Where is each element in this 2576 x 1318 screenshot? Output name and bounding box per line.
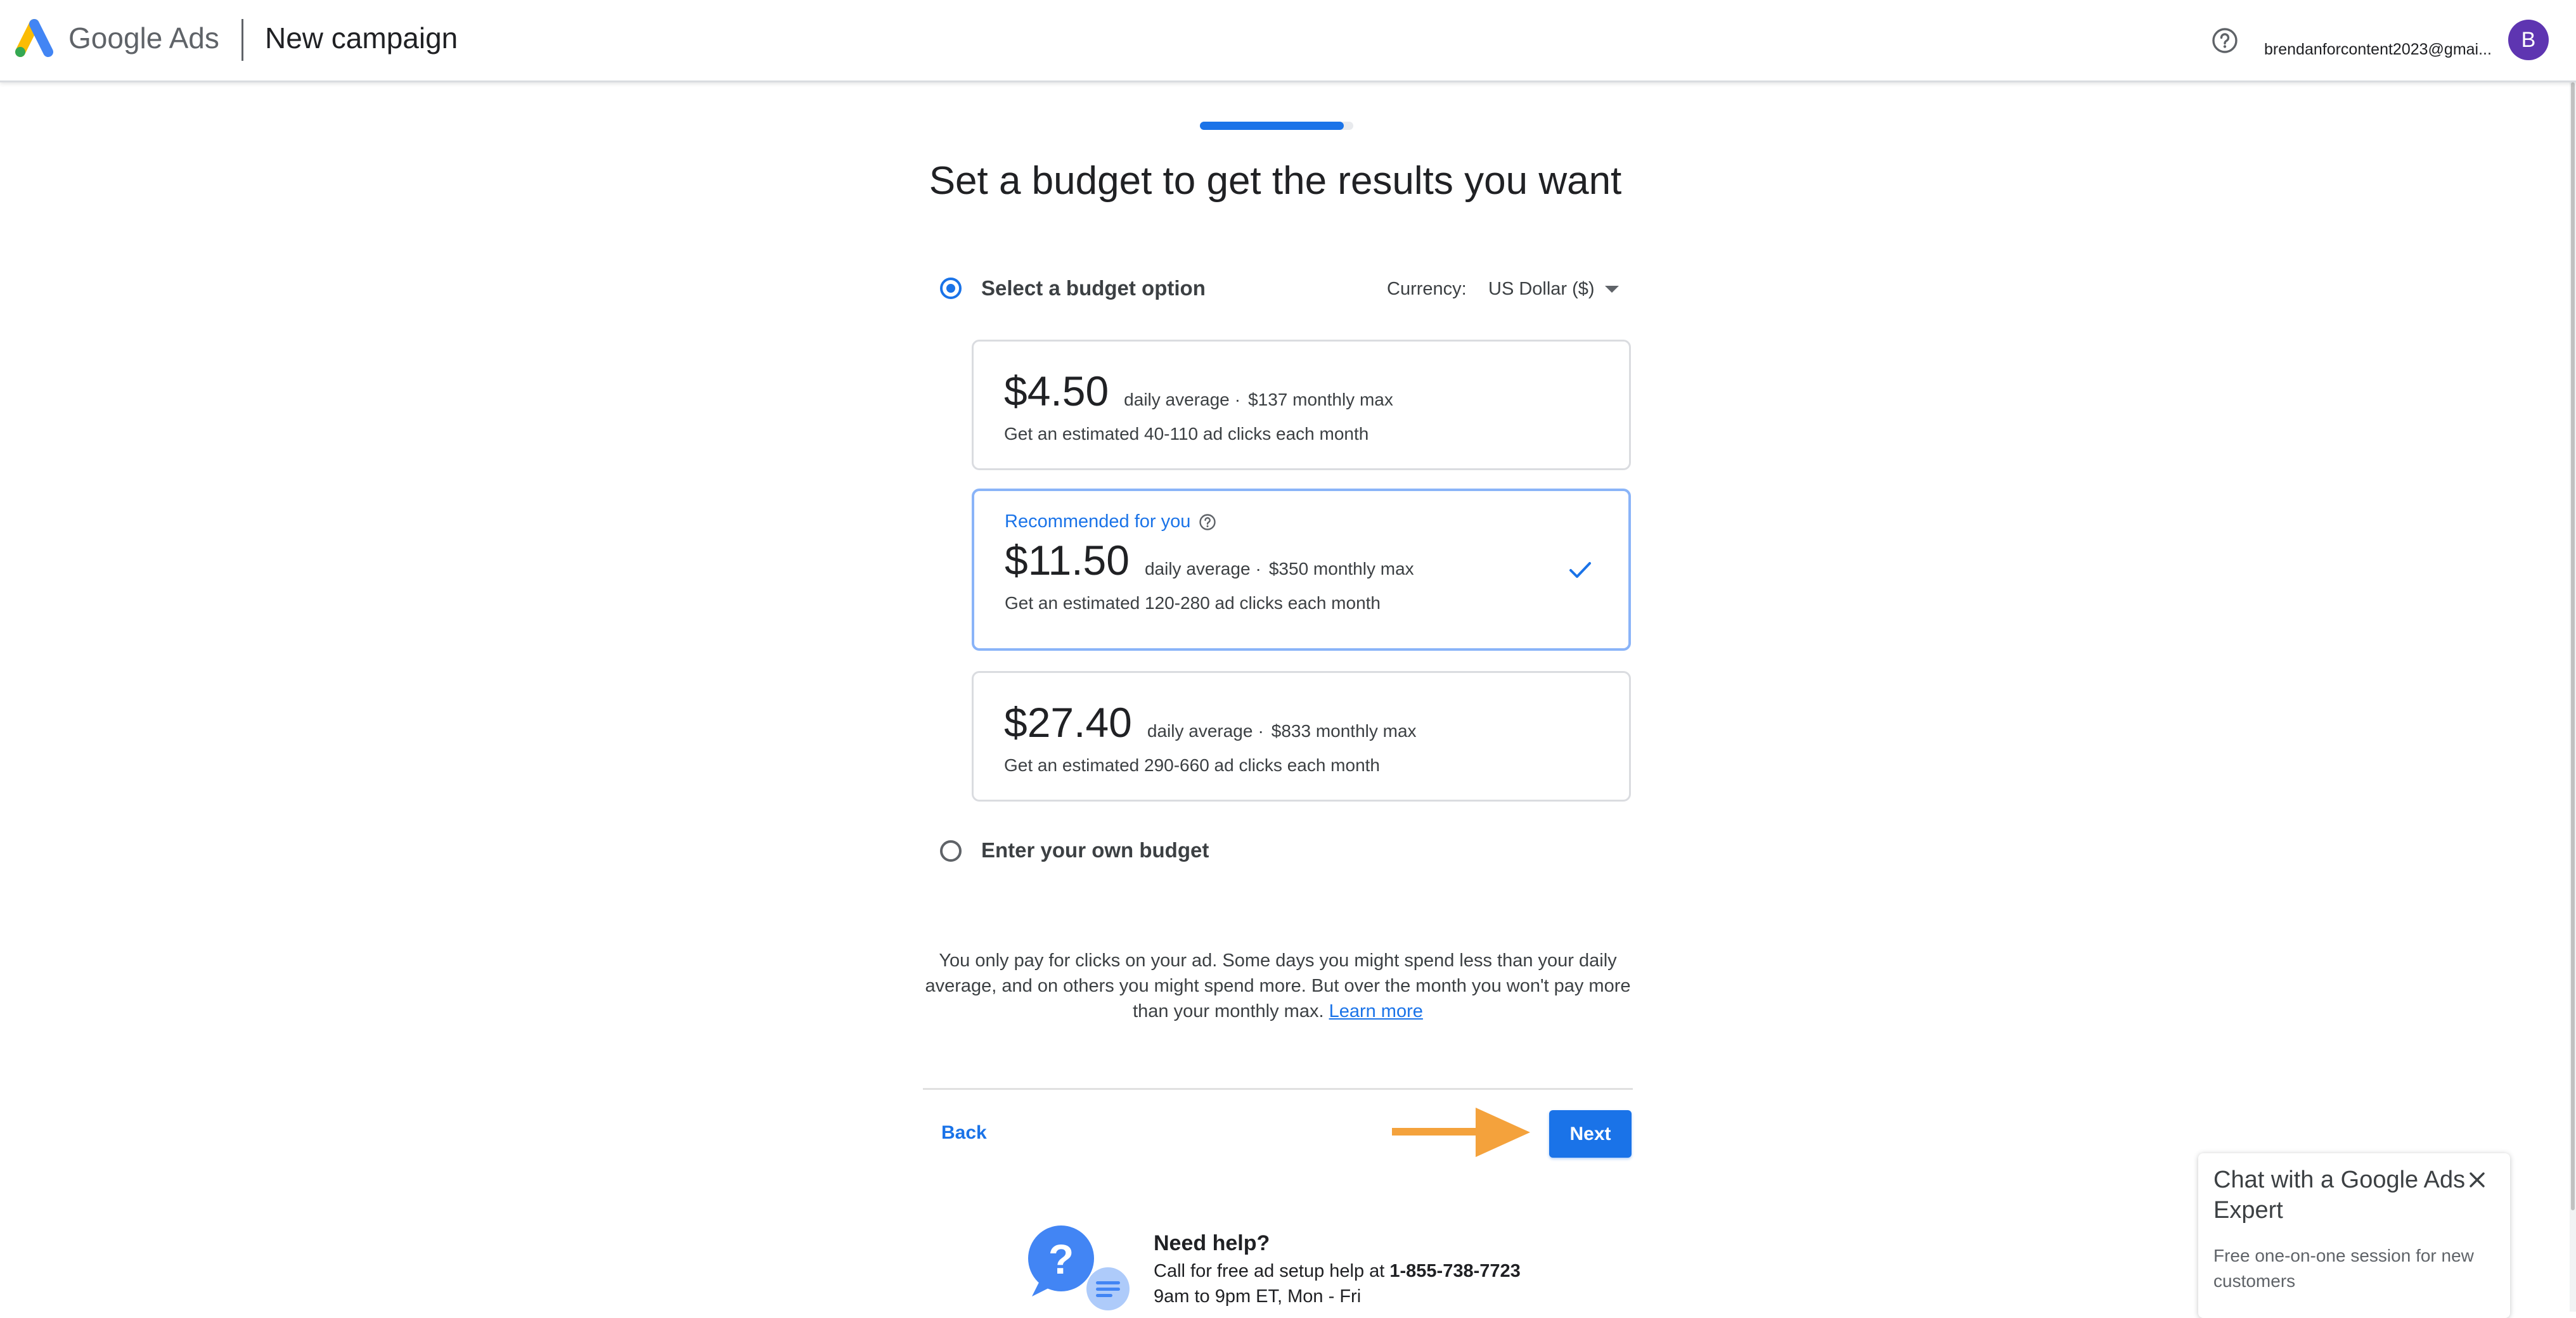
budget-card-content: $27.40 daily average · $833 monthly max … [1004, 698, 1604, 776]
need-help-title: Need help? [1154, 1231, 1270, 1255]
need-help-phone-line: Call for free ad setup help at 1-855-738… [1154, 1261, 1521, 1282]
click-estimate: Get an estimated 290-660 ad clicks each … [1004, 755, 1381, 775]
currency-label: Currency: [1387, 279, 1467, 299]
recommended-label: Recommended for you [1005, 511, 1191, 532]
chat-expert-widget[interactable]: Chat with a Google Ads Expert Free one-o… [2198, 1153, 2510, 1318]
budget-option-radio[interactable] [940, 278, 962, 299]
learn-more-link[interactable]: Learn more [1329, 1001, 1423, 1021]
own-budget-radio[interactable] [940, 840, 962, 862]
click-estimate: Get an estimated 120-280 ad clicks each … [1005, 593, 1381, 613]
budget-card-content: $4.50 daily average · $137 monthly max G… [1004, 367, 1604, 444]
monthly-max: $350 monthly max [1268, 559, 1414, 579]
page-title: Set a budget to get the results you want [929, 159, 1622, 203]
currency-value: US Dollar ($) [1488, 278, 1595, 299]
avatar[interactable]: B [2508, 20, 2549, 60]
chat-subtitle: Free one-on-one session for new customer… [2213, 1246, 2474, 1291]
budget-option-label[interactable]: Select a budget option [981, 276, 1206, 300]
arrow-right-icon [1392, 1108, 1530, 1157]
daily-average-label: daily average [1147, 721, 1253, 741]
step-progress-fill [1200, 122, 1344, 130]
billing-info-body: You only pay for clicks on your ad. Some… [925, 950, 1631, 1021]
budget-card-high[interactable]: $27.40 daily average · $833 monthly max … [972, 671, 1631, 802]
page-scrollbar-thumb[interactable] [2571, 82, 2575, 1210]
separator-dot: · [1234, 390, 1241, 409]
brand-ads: Ads [169, 22, 219, 54]
close-icon[interactable] [2466, 1168, 2489, 1191]
need-help-icon: ? [1028, 1225, 1130, 1310]
account-email[interactable]: brendanforcontent2023@gmai... [2264, 41, 2494, 59]
help-circle-icon[interactable] [1198, 513, 1217, 532]
footer-divider [923, 1088, 1633, 1090]
need-help-hours: 9am to 9pm ET, Mon - Fri [1154, 1286, 1362, 1307]
back-button[interactable]: Back [941, 1122, 987, 1144]
help-circle-icon[interactable] [2211, 27, 2239, 54]
daily-price: $4.50 [1004, 368, 1109, 414]
page-heading: New campaign [265, 22, 458, 54]
separator-dot: · [1258, 721, 1264, 741]
billing-info-text: You only pay for clicks on your ad. Some… [923, 948, 1633, 1024]
recommended-row: Recommended for you [1005, 511, 1603, 532]
monthly-max: $833 monthly max [1271, 721, 1417, 741]
price-line: $11.50 daily average · $350 monthly max [1005, 536, 1603, 584]
currency-dropdown[interactable]: US Dollar ($) [1488, 276, 1619, 302]
daily-average-label: daily average [1124, 390, 1230, 409]
daily-price: $27.40 [1004, 699, 1132, 746]
google-ads-logo-icon[interactable] [11, 18, 57, 58]
need-help-call-prefix: Call for free ad setup help at [1154, 1261, 1390, 1281]
header-divider [242, 19, 243, 61]
monthly-max: $137 monthly max [1248, 390, 1393, 409]
brand-google: Google [68, 22, 163, 54]
chat-title[interactable]: Chat with a Google Ads Expert [2213, 1165, 2467, 1225]
top-app-bar: Google Ads New campaign brendanforconten… [0, 0, 2576, 82]
budget-card-recommended[interactable]: Recommended for you $11.50 daily average… [972, 489, 1631, 651]
separator-dot: · [1255, 559, 1261, 579]
check-icon [1569, 562, 1591, 578]
budget-card-low[interactable]: $4.50 daily average · $137 monthly max G… [972, 340, 1631, 470]
price-line: $4.50 daily average · $137 monthly max [1004, 367, 1604, 415]
budget-card-content: Recommended for you $11.50 daily average… [1005, 511, 1603, 613]
svg-text:?: ? [1048, 1236, 1074, 1283]
support-phone-number[interactable]: 1-855-738-7723 [1389, 1261, 1520, 1281]
daily-average-label: daily average [1144, 559, 1251, 579]
price-line: $27.40 daily average · $833 monthly max [1004, 698, 1604, 746]
click-estimate: Get an estimated 40-110 ad clicks each m… [1004, 424, 1369, 444]
daily-price: $11.50 [1005, 537, 1130, 584]
next-button[interactable]: Next [1549, 1110, 1632, 1158]
caret-down-icon [1604, 285, 1619, 293]
google-ads-wordmark: Google Ads [68, 21, 219, 55]
own-budget-label[interactable]: Enter your own budget [981, 838, 1209, 862]
step-progress-bar [1200, 122, 1353, 130]
